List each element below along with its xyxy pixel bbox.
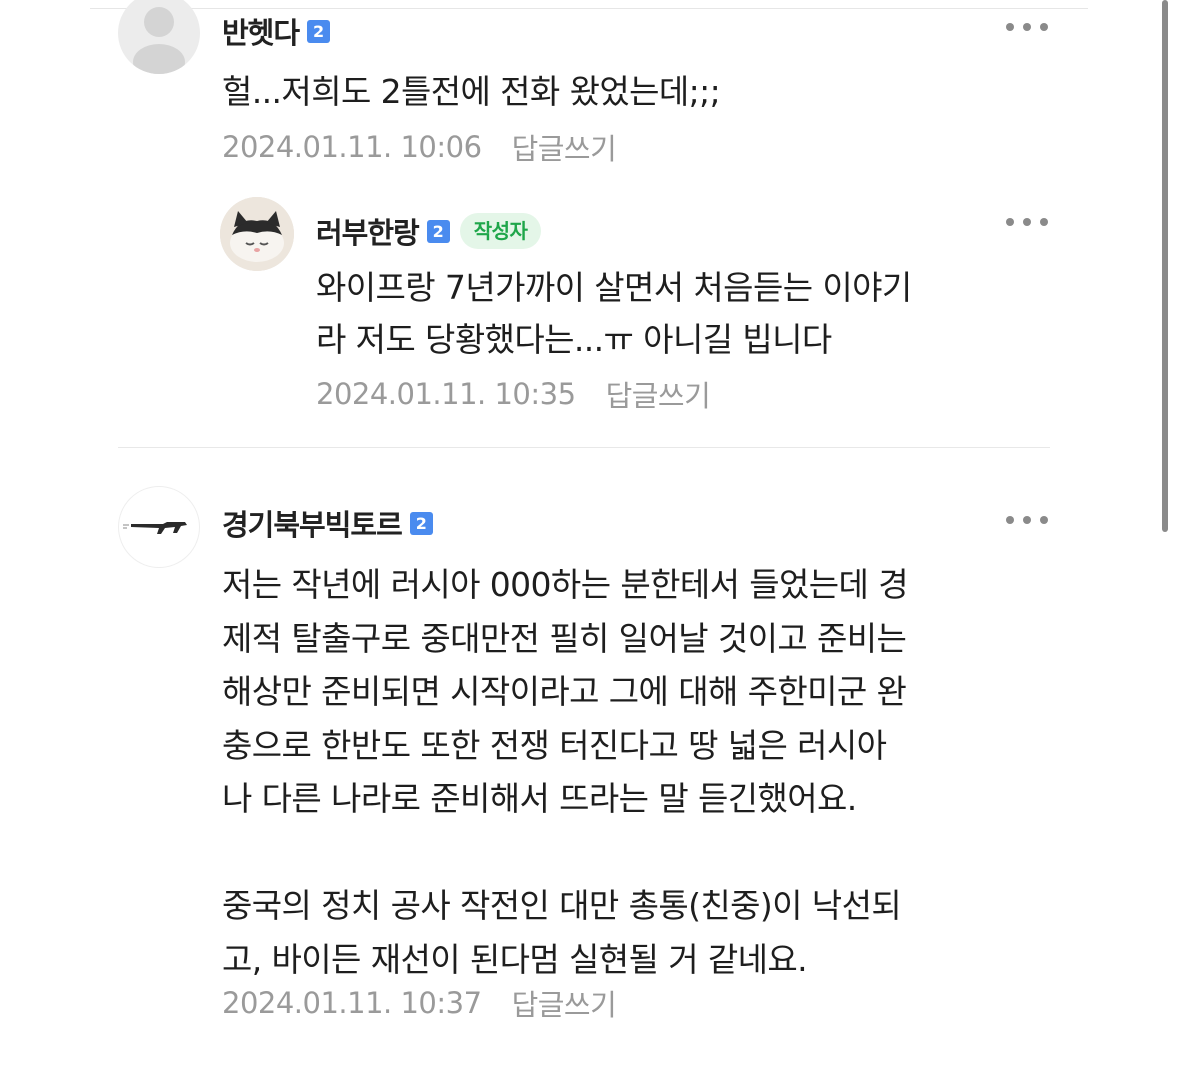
dot-icon — [1023, 218, 1031, 226]
level-badge: 2 — [307, 19, 331, 43]
comment-meta: 2024.01.11. 10:06 답글쓰기 — [222, 126, 617, 168]
comment-date: 2024.01.11. 10:06 — [222, 130, 482, 164]
reply-button[interactable]: 답글쓰기 — [512, 982, 617, 1024]
more-options-button[interactable] — [1006, 216, 1048, 228]
comment-date: 2024.01.11. 10:35 — [316, 377, 576, 411]
dot-icon — [1040, 516, 1048, 524]
author-badge: 작성자 — [459, 213, 542, 249]
dot-icon — [1006, 23, 1014, 31]
reply-button[interactable]: 답글쓰기 — [606, 373, 711, 415]
dot-icon — [1040, 23, 1048, 31]
level-badge: 2 — [409, 511, 433, 535]
comment-divider — [118, 447, 1050, 448]
avatar[interactable] — [220, 197, 294, 271]
dot-icon — [1006, 516, 1014, 524]
nickname[interactable]: 경기북부빅토르 — [222, 502, 403, 544]
nickname[interactable]: 반헷다 — [222, 10, 300, 52]
comment-text: 헐...저희도 2틀전에 전화 왔었는데;;; — [222, 72, 721, 111]
comment-text: 와이프랑 7년가까이 살면서 처음듣는 이야기 라 저도 당황했다는...ㅠ 아… — [316, 268, 912, 359]
avatar[interactable] — [118, 0, 200, 74]
more-options-button[interactable] — [1006, 21, 1048, 33]
comment-header: 경기북부빅토르 2 — [222, 502, 433, 544]
comment-meta: 2024.01.11. 10:35 답글쓰기 — [316, 373, 711, 415]
comment-date: 2024.01.11. 10:37 — [222, 986, 482, 1020]
more-options-button[interactable] — [1006, 514, 1048, 526]
reply-button[interactable]: 답글쓰기 — [512, 126, 617, 168]
dot-icon — [1040, 218, 1048, 226]
comment-header: 반헷다 2 — [222, 10, 331, 52]
dot-icon — [1023, 23, 1031, 31]
scrollbar[interactable] — [1162, 0, 1168, 532]
nickname[interactable]: 러부한랑 — [316, 210, 420, 252]
comment-meta: 2024.01.11. 10:37 답글쓰기 — [222, 982, 617, 1024]
level-badge: 2 — [426, 219, 450, 243]
comment-text: 저는 작년에 러시아 000하는 분한테서 들었는데 경 제적 탈출구로 중대만… — [222, 565, 909, 979]
cat-avatar-icon — [220, 197, 294, 271]
default-avatar-icon — [133, 7, 185, 74]
avatar[interactable] — [118, 486, 200, 568]
rifle-avatar-icon — [123, 522, 187, 534]
dot-icon — [1006, 218, 1014, 226]
dot-icon — [1023, 516, 1031, 524]
top-divider — [90, 8, 1088, 9]
comment-header: 러부한랑 2 작성자 — [316, 210, 542, 252]
